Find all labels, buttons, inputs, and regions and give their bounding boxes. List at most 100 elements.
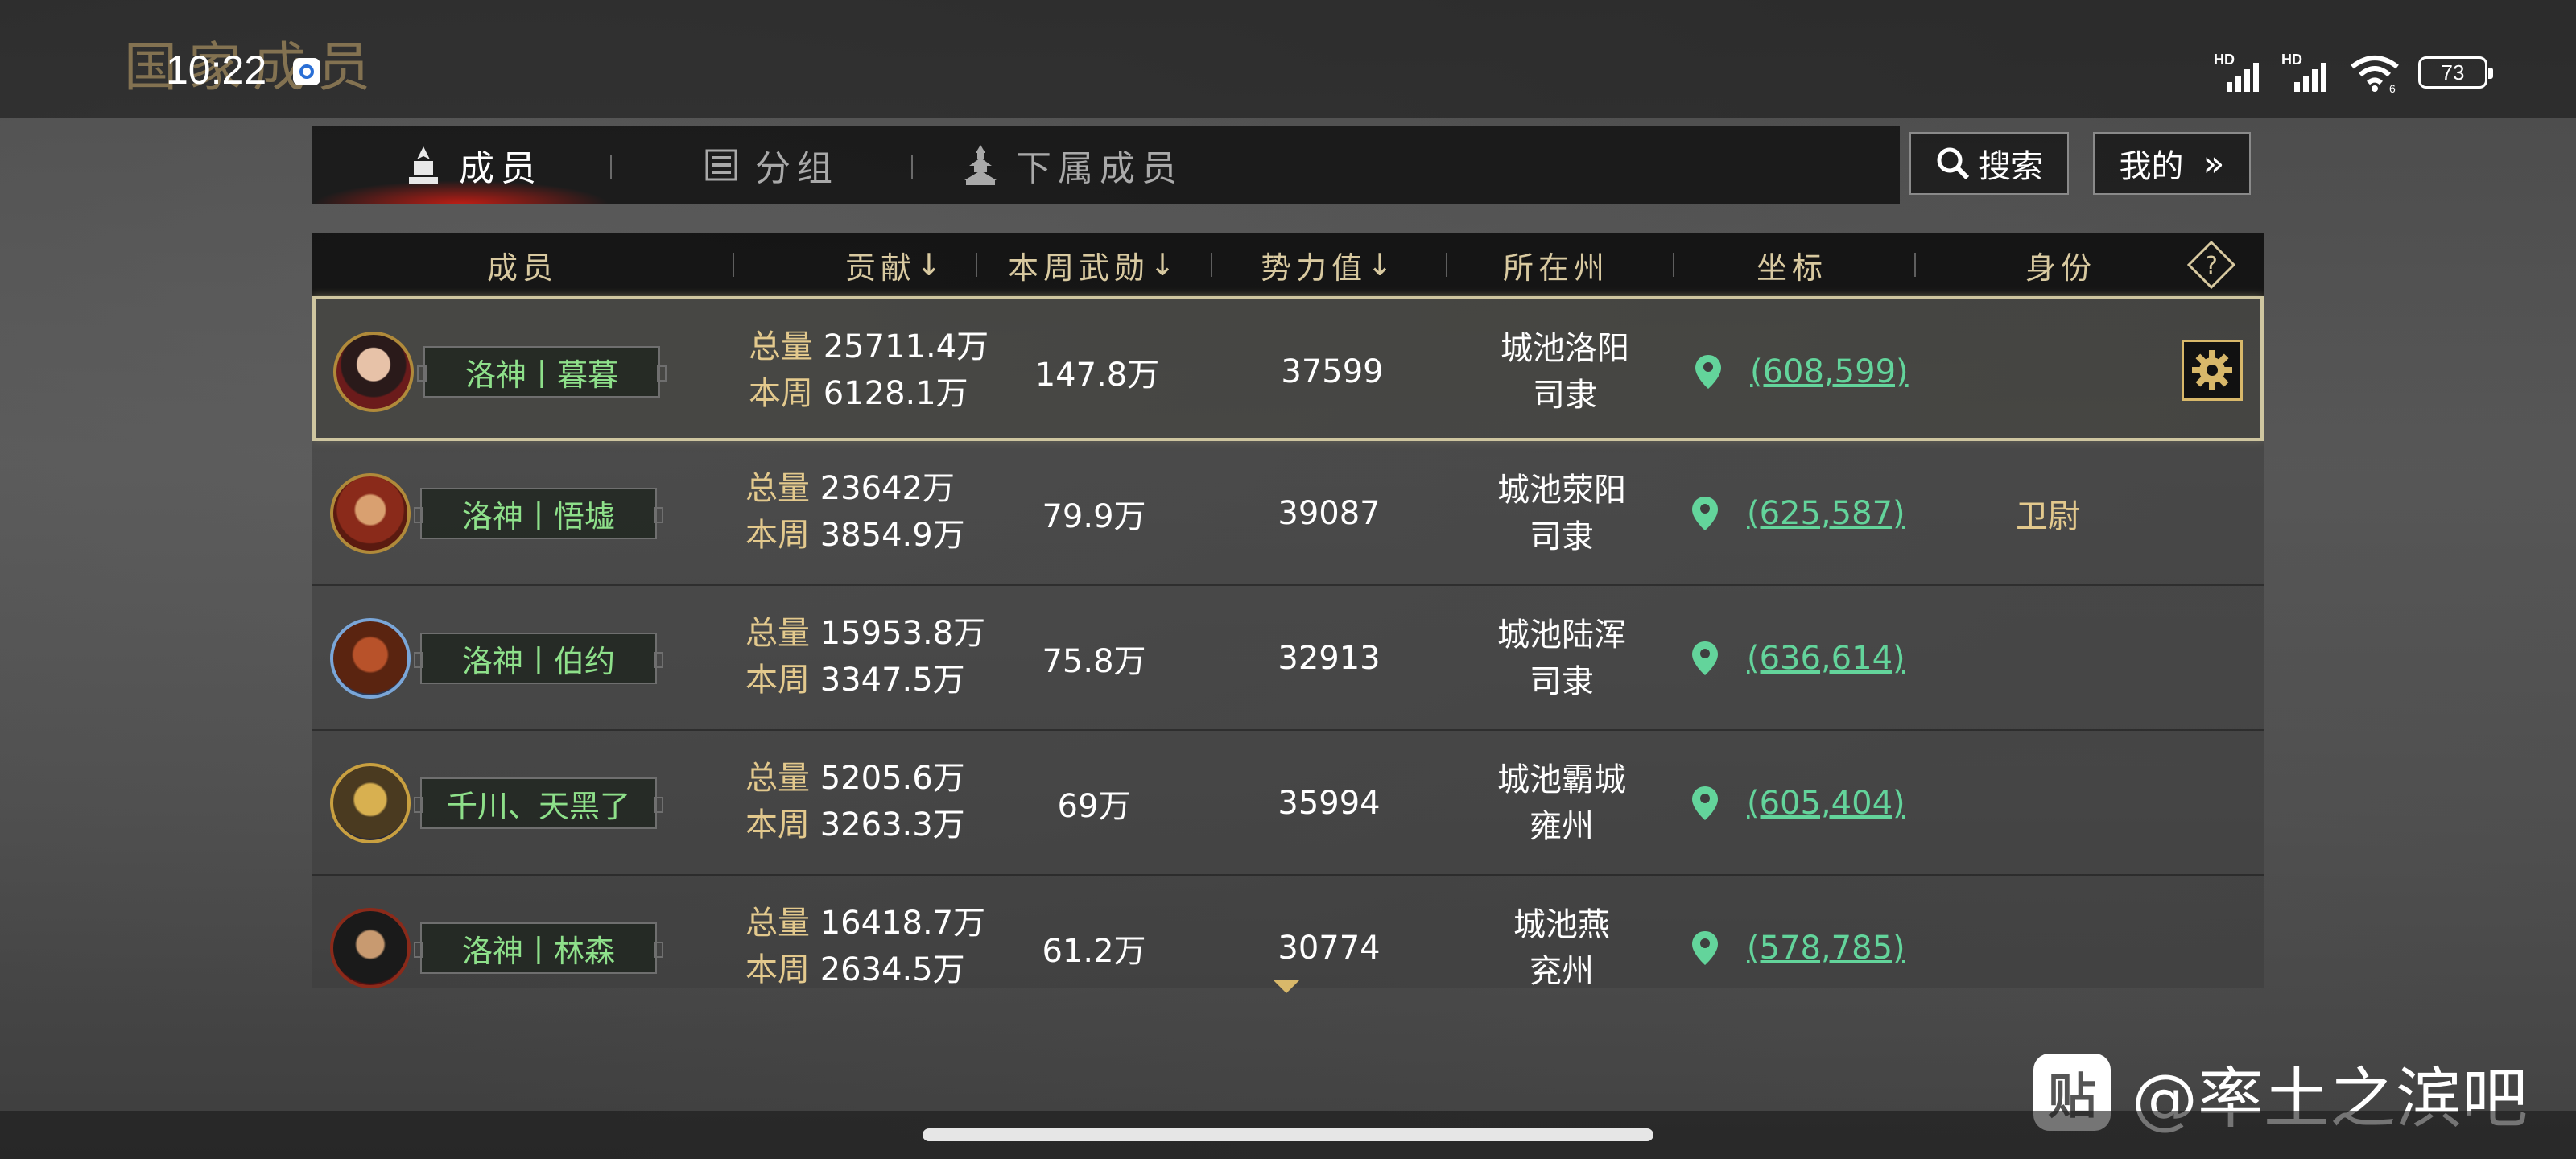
region-cell: 城池燕 兖州 (1465, 876, 1658, 988)
tab-divider (610, 155, 612, 179)
coordinate-link[interactable]: (636,614) (1747, 640, 1905, 677)
coordinate-cell: (625,587) (1690, 441, 1905, 586)
region-city: 城池霸城 (1497, 761, 1626, 798)
coordinate-link[interactable]: (578,785) (1747, 930, 1905, 967)
power-cell: 30774 (1278, 930, 1381, 967)
coordinate-cell: (636,614) (1690, 586, 1905, 731)
power-cell: 32913 (1278, 640, 1381, 677)
mine-button[interactable]: 我的 » (2093, 132, 2251, 195)
tab-subordinates[interactable]: 下属成员 (963, 126, 1183, 204)
pagoda-icon (964, 145, 997, 185)
member-avatar[interactable] (330, 908, 411, 988)
tab-divider (911, 155, 913, 179)
member-avatar[interactable] (330, 763, 411, 843)
header-weekly-merit[interactable]: 本周武勋 ↓ (977, 233, 1211, 296)
header-member: 成员 (486, 250, 558, 286)
search-label: 搜索 (1979, 148, 2043, 185)
tab-bar: 成员 分组 下属成员 (312, 126, 1900, 204)
sort-arrow-icon: ↓ (1367, 247, 1397, 283)
region-city: 城池洛阳 (1501, 330, 1629, 367)
power-cell: 35994 (1278, 785, 1381, 822)
region-province: 司隶 (1533, 377, 1597, 414)
region-city: 城池陆浑 (1497, 617, 1626, 654)
weekly-merit-cell: 69万 (1057, 788, 1131, 825)
search-button[interactable]: 搜索 (1909, 132, 2069, 195)
role-cell (1927, 876, 2169, 988)
region-cell: 城池荥阳 司隶 (1465, 441, 1658, 586)
sort-arrow-icon: ↓ (916, 247, 947, 283)
tab-members[interactable]: 成员 (406, 126, 543, 204)
region-city: 城池荥阳 (1497, 472, 1626, 509)
member-name[interactable]: 洛神丨伯约 (414, 633, 663, 684)
tab-members-label: 成员 (459, 148, 543, 189)
location-pin-icon (1692, 497, 1718, 530)
gear-icon (2192, 350, 2232, 390)
header-power[interactable]: 势力值 ↓ (1212, 233, 1446, 296)
wifi-icon: 6 (2351, 56, 2399, 93)
role-cell: 卫尉 (2016, 498, 2080, 535)
weekly-merit-cell: 61.2万 (1042, 933, 1146, 970)
header-role: 身份 (2025, 250, 2096, 286)
contribution-cell: 总量 5205.6万 本周 3263.3万 (745, 760, 965, 843)
member-avatar[interactable] (330, 618, 411, 699)
role-cell (1930, 299, 2172, 444)
region-province: 司隶 (1530, 663, 1594, 700)
location-pin-icon (1695, 355, 1721, 389)
member-name[interactable]: 洛神丨暮暮 (417, 346, 667, 398)
coordinate-cell: (605,404) (1690, 731, 1905, 876)
header-coordinates: 坐标 (1756, 250, 1827, 286)
tab-groups[interactable]: 分组 (705, 126, 839, 204)
weekly-merit-cell: 147.8万 (1034, 357, 1160, 394)
coordinate-cell: (578,785) (1690, 876, 1905, 988)
contribution-cell: 总量 15953.8万 本周 3347.5万 (745, 615, 986, 699)
scroll-down-indicator-icon (1274, 980, 1299, 993)
location-pin-icon (1692, 786, 1718, 820)
member-name[interactable]: 千川、天黑了 (414, 777, 663, 829)
tab-subordinates-label: 下属成员 (1016, 148, 1183, 189)
member-avatar[interactable] (330, 473, 411, 554)
coordinate-link[interactable]: (608,599) (1750, 353, 1909, 390)
status-bar (0, 0, 2576, 118)
region-cell: 城池陆浑 司隶 (1465, 586, 1658, 731)
battery-icon: 73 (2418, 56, 2493, 89)
status-icons: HD HD 6 73 (2214, 48, 2493, 97)
mine-label: 我的 (2119, 148, 2184, 185)
tab-groups-label: 分组 (755, 148, 839, 189)
status-time: 10:22 (166, 47, 267, 93)
table-row[interactable]: 千川、天黑了 总量 5205.6万 本周 3263.3万 69万 35994 城… (312, 731, 2264, 876)
region-province: 兖州 (1530, 953, 1594, 988)
table-row[interactable]: 洛神丨悟墟 总量 23642万 本周 3854.9万 79.9万 39087 城… (312, 441, 2264, 586)
table-row[interactable]: 洛神丨暮暮 总量 25711.4万 本周 6128.1万 147.8万 3759… (312, 296, 2264, 441)
battery-level: 73 (2441, 60, 2465, 85)
location-pin-icon (1692, 641, 1718, 675)
manage-button[interactable] (2182, 340, 2243, 401)
power-cell: 39087 (1278, 495, 1381, 532)
notification-app-icon (293, 58, 320, 85)
list-icon (705, 149, 737, 181)
help-icon[interactable]: ? (2186, 240, 2236, 290)
weekly-merit-cell: 79.9万 (1042, 498, 1146, 535)
header-contribution-label: 贡献 (845, 250, 917, 286)
region-cell: 城池霸城 雍州 (1465, 731, 1658, 876)
wifi-badge: 6 (2389, 82, 2396, 93)
contribution-cell: 总量 16418.7万 本周 2634.5万 (745, 905, 986, 988)
weekly-merit-cell: 75.8万 (1042, 643, 1146, 680)
role-cell (1927, 586, 2169, 731)
home-gesture-bar[interactable] (923, 1128, 1653, 1141)
cell-signal-icon: HD (2214, 52, 2264, 93)
coordinate-link[interactable]: (625,587) (1747, 495, 1905, 532)
cell-signal-icon-2: HD (2281, 52, 2331, 93)
table-header: 成员 贡献 ↓ 本周武勋 ↓ 势力值 ↓ 所在州 坐标 身份 ? (312, 233, 2264, 296)
header-power-label: 势力值 (1261, 250, 1368, 286)
region-province: 雍州 (1530, 808, 1594, 845)
coordinate-link[interactable]: (605,404) (1747, 785, 1905, 822)
table-row[interactable]: 洛神丨林森 总量 16418.7万 本周 2634.5万 61.2万 30774… (312, 876, 2264, 988)
member-avatar[interactable] (333, 332, 414, 412)
table-row[interactable]: 洛神丨伯约 总量 15953.8万 本周 3347.5万 75.8万 32913… (312, 586, 2264, 731)
coordinate-cell: (608,599) (1694, 299, 1909, 444)
header-weekly-merit-label: 本周武勋 (1008, 250, 1150, 286)
member-name[interactable]: 洛神丨林森 (414, 922, 663, 974)
region-cell: 城池洛阳 司隶 (1468, 299, 1662, 444)
member-name[interactable]: 洛神丨悟墟 (414, 488, 663, 539)
region-province: 司隶 (1530, 518, 1594, 555)
